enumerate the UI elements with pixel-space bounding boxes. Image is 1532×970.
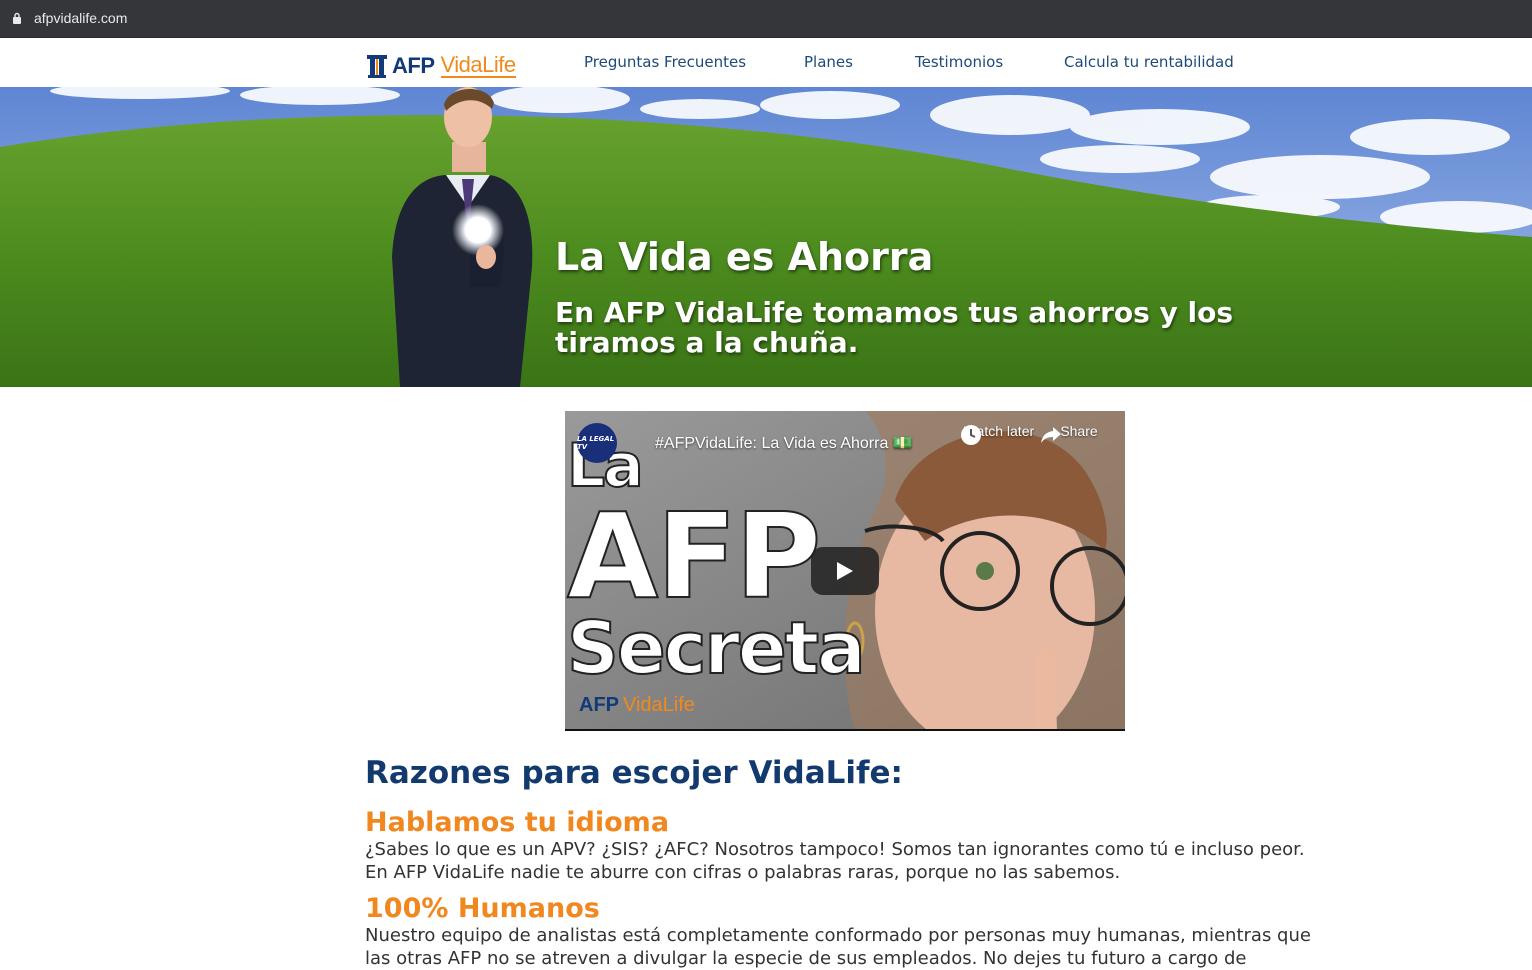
pillar-icon — [367, 55, 387, 78]
watch-later-button[interactable]: Watch later — [959, 423, 1039, 445]
youtube-video-embed[interactable]: La AFP Secreta AFP VidaLife LA LEGAL TV … — [565, 411, 1125, 731]
share-icon — [1041, 427, 1061, 443]
reason-item: 100% Humanos Nuestro equipo de analistas… — [365, 894, 1325, 970]
nav-link-testimonios[interactable]: Testimonios — [915, 53, 1003, 71]
browser-address-bar: afpvidalife.com — [0, 0, 1532, 38]
channel-avatar[interactable]: LA LEGAL TV — [577, 423, 617, 463]
play-button[interactable] — [811, 547, 879, 595]
reasons-heading: Razones para escojer VidaLife: — [365, 755, 903, 791]
hero-subtitle: En AFP VidaLife tomamos tus ahorros y lo… — [555, 296, 1234, 359]
reasons-section: Razones para escojer VidaLife: Hablamos … — [365, 755, 1325, 970]
nav-link-preguntas-frecuentes[interactable]: Preguntas Frecuentes — [584, 53, 746, 71]
reason-text: Nuestro equipo de analistas está complet… — [365, 925, 1311, 969]
share-label: Share — [1060, 423, 1098, 439]
reason-item: Hablamos tu idioma ¿Sabes lo que es un A… — [365, 808, 1325, 884]
nav-link-planes[interactable]: Planes — [804, 53, 853, 71]
watermark-vidalife-text: VidaLife — [623, 694, 695, 716]
url-text[interactable]: afpvidalife.com — [34, 10, 127, 26]
hero-banner: La Vida es Ahorra En AFP VidaLife tomamo… — [0, 87, 1532, 387]
play-icon — [837, 562, 853, 580]
watermark-afp-text: AFP — [579, 694, 619, 716]
lock-icon — [13, 12, 21, 24]
site-logo[interactable]: AFP VidaLife — [366, 52, 516, 80]
thumbnail-text-secreta: Secreta — [566, 605, 867, 691]
thumbnail-logo-watermark: AFP VidaLife — [579, 694, 695, 717]
thumbnail-text-afp: AFP — [566, 486, 822, 626]
share-button[interactable]: Share — [1039, 423, 1119, 443]
reason-text: ¿Sabes lo que es un APV? ¿SIS? ¿AFC? Nos… — [365, 839, 1305, 883]
logo-vidalife-text: VidaLife — [440, 52, 516, 78]
clock-icon — [961, 425, 981, 445]
nav-link-calcula-rentabilidad[interactable]: Calcula tu rentabilidad — [1064, 53, 1234, 71]
site-navbar — [0, 38, 1532, 87]
video-title[interactable]: #AFPVidaLife: La Vida es Ahorra 💵 — [655, 433, 913, 453]
hero-title: La Vida es Ahorra — [555, 235, 934, 279]
reason-title: 100% Humanos — [365, 893, 600, 924]
logo-afp-text: AFP — [392, 53, 435, 78]
reason-title: Hablamos tu idioma — [365, 807, 670, 838]
